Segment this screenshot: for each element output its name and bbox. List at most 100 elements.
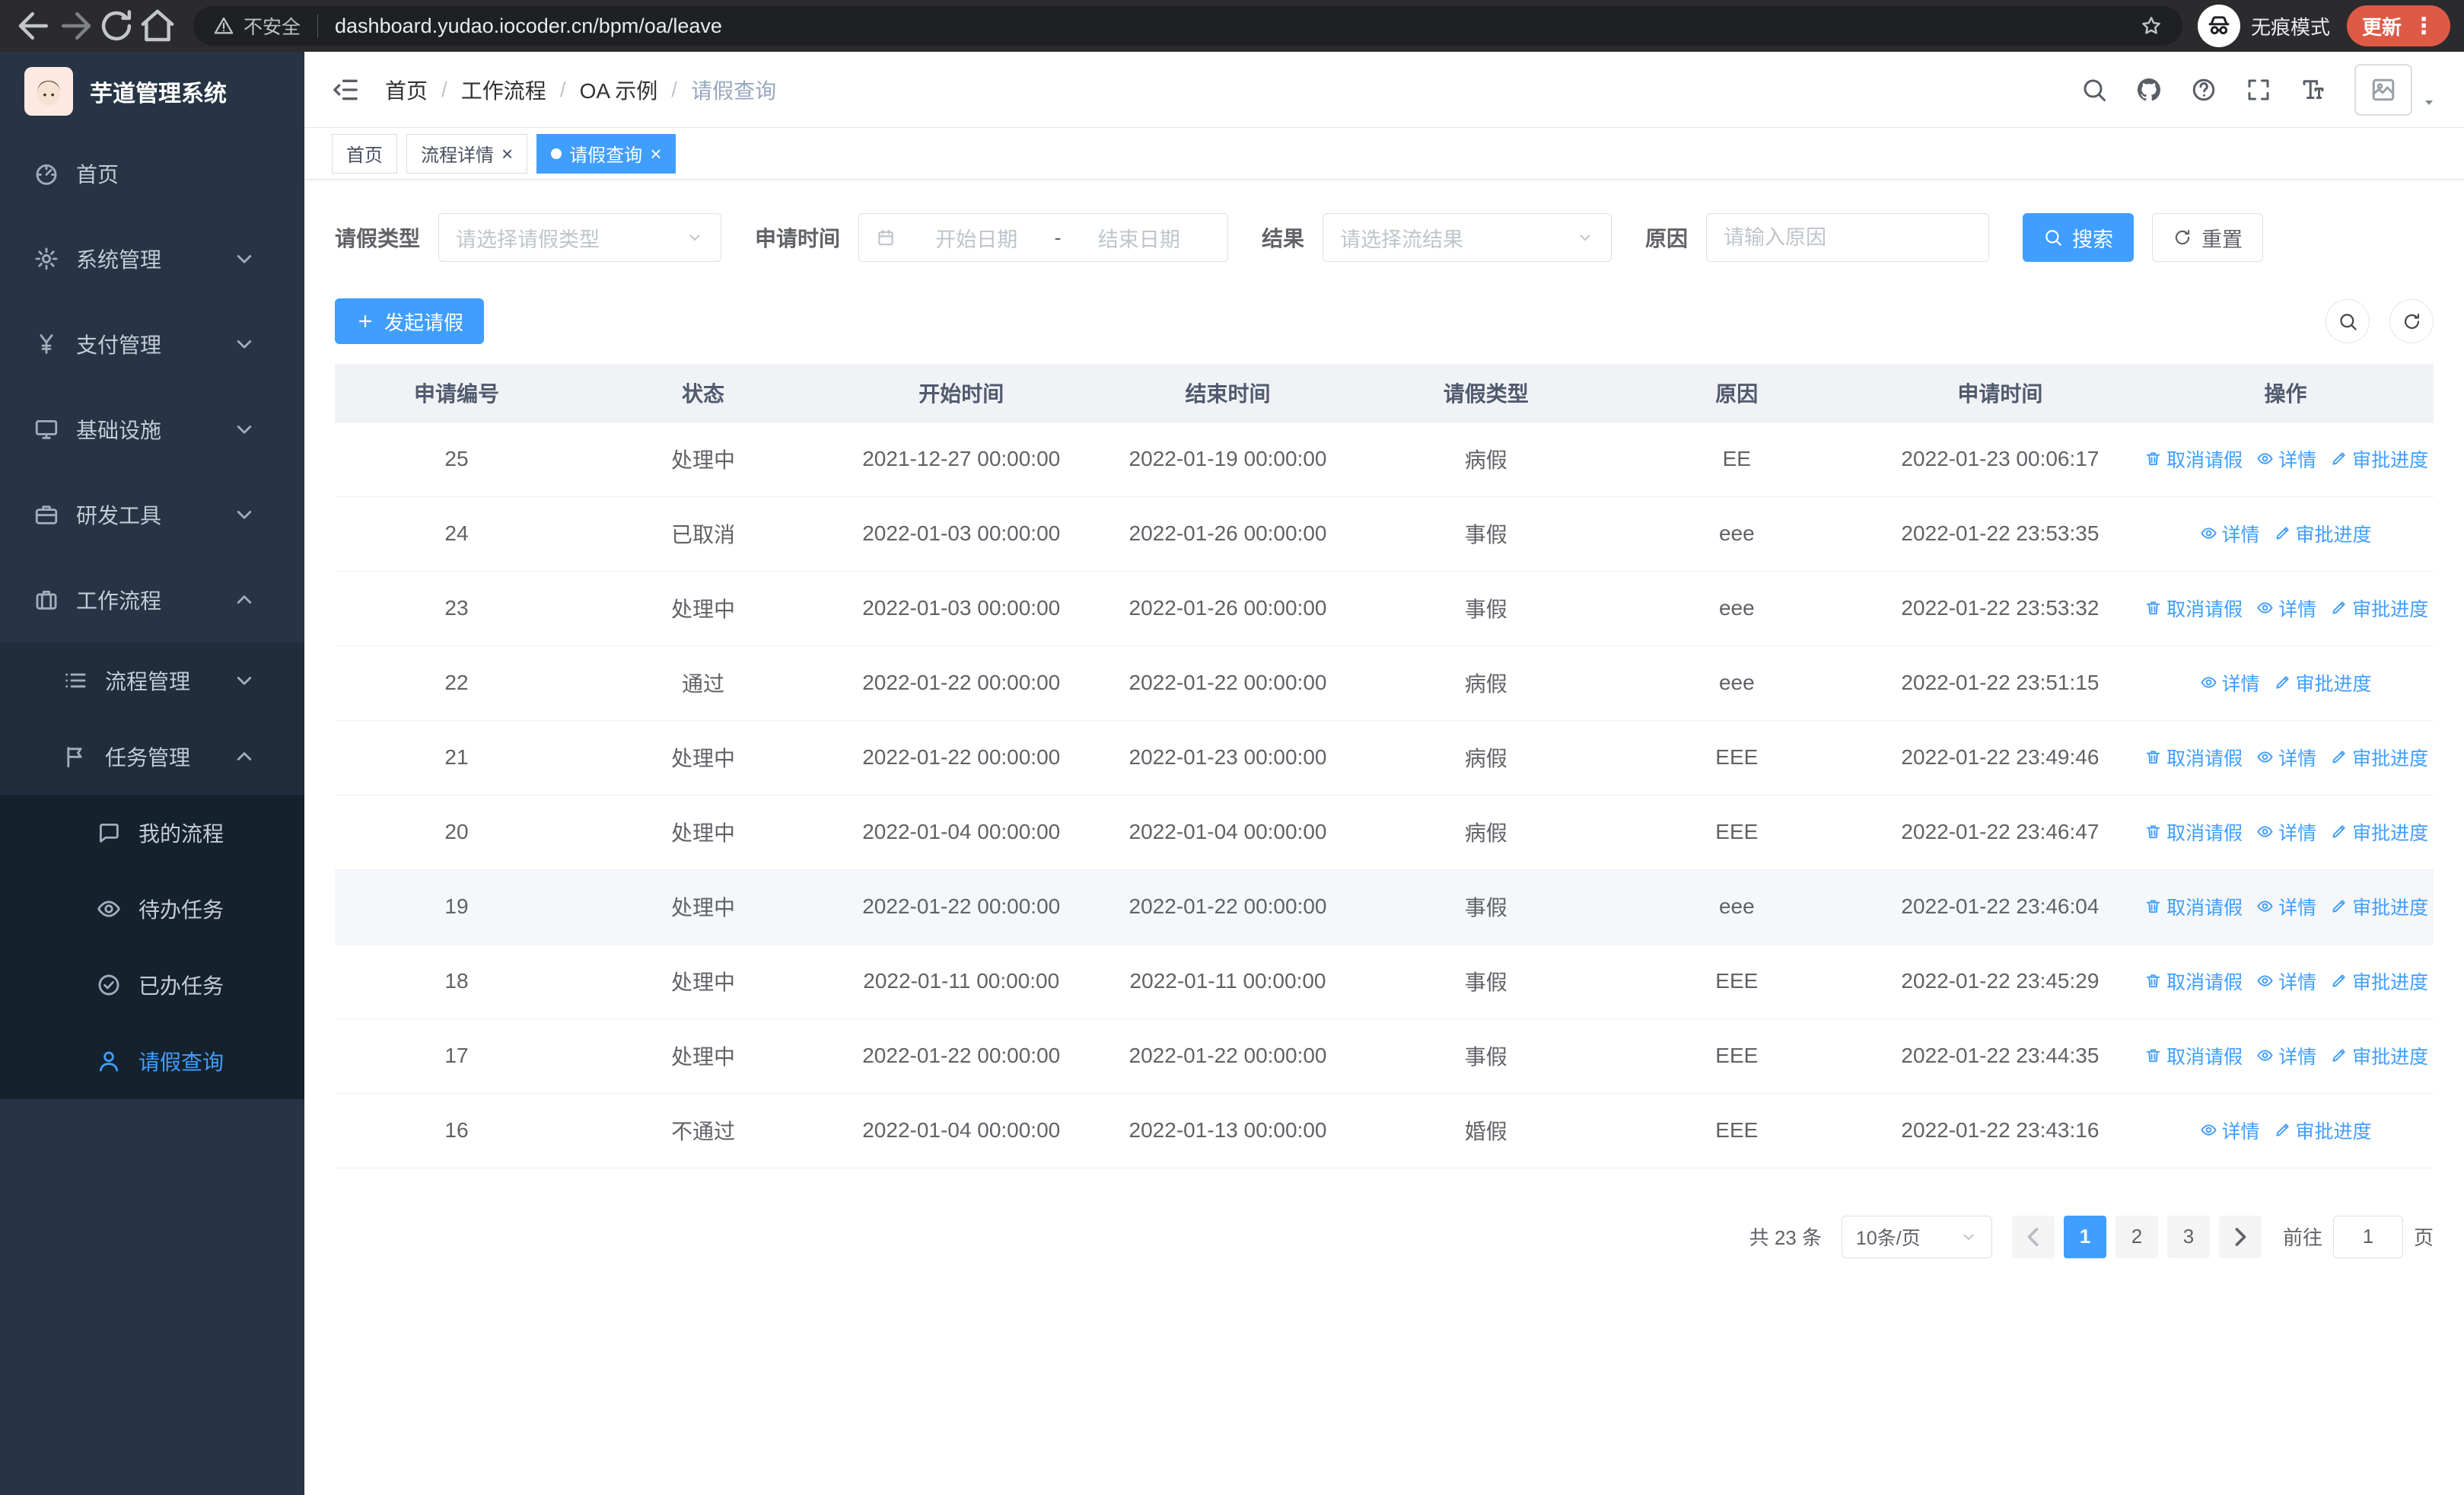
browser-back-icon[interactable] — [14, 5, 55, 46]
refresh-table-icon[interactable] — [2389, 299, 2434, 343]
detail-action-link[interactable]: 详情 — [2200, 669, 2260, 696]
user-avatar[interactable] — [2354, 63, 2438, 116]
search-icon[interactable] — [2080, 76, 2108, 104]
sidebar-item-4[interactable]: 基础设施 — [0, 387, 304, 472]
cancel-action-link[interactable]: 取消请假 — [2144, 744, 2243, 771]
tab-1[interactable]: 首页 — [332, 133, 397, 174]
breadcrumb-item[interactable]: OA 示例 — [580, 75, 658, 105]
pagination-page-3[interactable]: 3 — [2166, 1215, 2210, 1258]
eye-icon — [2200, 674, 2217, 691]
cancel-action-link[interactable]: 取消请假 — [2144, 1042, 2243, 1069]
url-text[interactable]: dashboard.yudao.iocoder.cn/bpm/oa/leave — [335, 14, 2140, 38]
sidebar-item-6[interactable]: 工作流程 — [0, 557, 304, 642]
cancel-action-link[interactable]: 取消请假 — [2144, 445, 2243, 473]
progress-action-link[interactable]: 审批进度 — [2330, 445, 2428, 473]
sidebar-item-8[interactable]: 任务管理 — [0, 719, 304, 795]
caret-down-icon — [2420, 93, 2438, 116]
detail-action-link[interactable]: 详情 — [2256, 744, 2316, 771]
cell-type: 病假 — [1361, 795, 1611, 870]
gear-icon — [33, 246, 59, 272]
page-size-select[interactable]: 10条/页 — [1841, 1215, 1992, 1258]
bookmark-star-icon[interactable] — [2140, 14, 2163, 37]
pagination-next-button[interactable] — [2218, 1215, 2262, 1258]
sidebar-item-10[interactable]: 待办任务 — [0, 871, 304, 947]
table-row[interactable]: 25 处理中 2021-12-27 00:00:00 2022-01-19 00:00… — [335, 422, 2434, 497]
breadcrumb-item[interactable]: 工作流程 — [461, 75, 546, 105]
toggle-search-icon[interactable] — [2326, 299, 2370, 343]
progress-action-link[interactable]: 审批进度 — [2330, 744, 2428, 771]
detail-action-link[interactable]: 详情 — [2256, 893, 2316, 920]
table-row[interactable]: 16 不通过 2022-01-04 00:00:00 2022-01-13 00:00… — [335, 1093, 2434, 1168]
result-select[interactable]: 请选择流结果 — [1323, 213, 1612, 262]
tab-3[interactable]: 请假查询 × — [536, 133, 676, 174]
table-row[interactable]: 17 处理中 2022-01-22 00:00:00 2022-01-22 00:00… — [335, 1018, 2434, 1094]
create-leave-button[interactable]: 发起请假 — [335, 298, 485, 344]
detail-action-link[interactable]: 详情 — [2256, 445, 2316, 473]
page-size-value: 10条/页 — [1855, 1227, 1921, 1249]
sidebar-item-12[interactable]: 请假查询 — [0, 1023, 304, 1099]
sidebar-fold-icon[interactable] — [330, 75, 361, 105]
security-warning[interactable]: 不安全 — [213, 12, 301, 40]
table-row[interactable]: 20 处理中 2022-01-04 00:00:00 2022-01-04 00:00… — [335, 795, 2434, 870]
help-icon[interactable] — [2190, 76, 2217, 104]
reset-button[interactable]: 重置 — [2152, 213, 2264, 262]
pagination-page-2[interactable]: 2 — [2115, 1215, 2158, 1258]
progress-action-link[interactable]: 审批进度 — [2274, 520, 2372, 547]
search-button[interactable]: 搜索 — [2023, 213, 2135, 262]
cell-status: 通过 — [578, 645, 829, 721]
progress-action-link[interactable]: 审批进度 — [2330, 1042, 2428, 1069]
sidebar-item-2[interactable]: 系统管理 — [0, 216, 304, 301]
browser-menu-icon[interactable]: ⋮ — [2412, 13, 2435, 40]
progress-action-link[interactable]: 审批进度 — [2330, 594, 2428, 622]
date-range-picker[interactable]: 开始日期 - 结束日期 — [858, 213, 1229, 262]
goto-page-input[interactable] — [2332, 1215, 2403, 1258]
cancel-action-link[interactable]: 取消请假 — [2144, 893, 2243, 920]
browser-home-icon[interactable] — [137, 5, 178, 46]
cancel-action-link[interactable]: 取消请假 — [2144, 967, 2243, 995]
detail-action-link[interactable]: 详情 — [2256, 818, 2316, 846]
progress-action-link[interactable]: 审批进度 — [2330, 893, 2428, 920]
progress-action-link[interactable]: 审批进度 — [2330, 967, 2428, 995]
close-icon[interactable]: × — [650, 144, 661, 164]
detail-action-link[interactable]: 详情 — [2256, 1042, 2316, 1069]
table-row[interactable]: 21 处理中 2022-01-22 00:00:00 2022-01-23 00:00… — [335, 720, 2434, 795]
sidebar-item-7[interactable]: 流程管理 — [0, 642, 304, 719]
table-row[interactable]: 22 通过 2022-01-22 00:00:00 2022-01-22 00:00:… — [335, 645, 2434, 721]
pagination-prev-button[interactable] — [2011, 1215, 2055, 1258]
font-size-icon[interactable] — [2300, 76, 2327, 104]
progress-action-link[interactable]: 审批进度 — [2274, 669, 2372, 696]
sidebar-item-11[interactable]: 已办任务 — [0, 947, 304, 1023]
breadcrumb-item[interactable]: 首页 — [385, 75, 428, 105]
browser-reload-icon[interactable] — [96, 5, 137, 46]
app-logo[interactable]: 芋道管理系统 — [0, 52, 304, 131]
github-icon[interactable] — [2135, 76, 2163, 104]
close-icon[interactable]: × — [501, 144, 513, 164]
browser-forward-icon[interactable] — [55, 5, 96, 46]
detail-action-link[interactable]: 详情 — [2200, 1117, 2260, 1144]
progress-action-link[interactable]: 审批进度 — [2274, 1117, 2372, 1144]
table-row[interactable]: 18 处理中 2022-01-11 00:00:00 2022-01-11 00:00… — [335, 944, 2434, 1019]
tab-2[interactable]: 流程详情 × — [406, 133, 528, 174]
sidebar-item-3[interactable]: 支付管理 — [0, 301, 304, 387]
detail-action-link[interactable]: 详情 — [2200, 520, 2260, 547]
tags-view-bar: 首页 流程详情 × 请假查询 × — [304, 128, 2464, 180]
sidebar-item-9[interactable]: 我的流程 — [0, 795, 304, 871]
tab-label: 首页 — [346, 145, 383, 166]
sidebar-item-5[interactable]: 研发工具 — [0, 472, 304, 557]
progress-action-link[interactable]: 审批进度 — [2330, 818, 2428, 846]
table-row[interactable]: 19 处理中 2022-01-22 00:00:00 2022-01-22 00:00… — [335, 869, 2434, 945]
detail-action-link[interactable]: 详情 — [2256, 594, 2316, 622]
cancel-action-link[interactable]: 取消请假 — [2144, 818, 2243, 846]
address-bar[interactable]: 不安全 dashboard.yudao.iocoder.cn/bpm/oa/le… — [193, 6, 2182, 46]
table-row[interactable]: 23 处理中 2022-01-03 00:00:00 2022-01-26 00:00… — [335, 571, 2434, 646]
browser-update-button[interactable]: 更新 ⋮ — [2346, 5, 2450, 46]
cancel-action-link[interactable]: 取消请假 — [2144, 594, 2243, 622]
reason-input[interactable] — [1706, 213, 1990, 262]
chevron-down-icon — [231, 416, 257, 442]
leave-type-select[interactable]: 请选择请假类型 — [438, 213, 722, 262]
table-row[interactable]: 24 已取消 2022-01-03 00:00:00 2022-01-26 00:00… — [335, 496, 2434, 572]
fullscreen-icon[interactable] — [2245, 76, 2272, 104]
detail-action-link[interactable]: 详情 — [2256, 967, 2316, 995]
sidebar-item-1[interactable]: 首页 — [0, 131, 304, 216]
pagination-page-1[interactable]: 1 — [2063, 1215, 2106, 1258]
